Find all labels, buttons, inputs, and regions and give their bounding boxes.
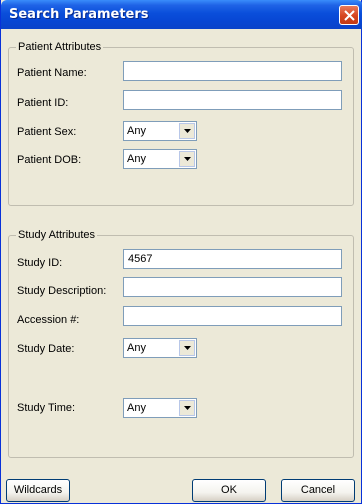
chevron-down-icon — [184, 157, 191, 161]
chevron-down-icon — [184, 346, 191, 350]
study-attributes-legend: Study Attributes — [16, 229, 98, 241]
study-date-value: Any — [127, 342, 146, 354]
study-id-label: Study ID: — [17, 257, 63, 269]
patient-sex-dropdown-button[interactable] — [179, 123, 195, 139]
patient-dob-dropdown[interactable]: Any — [123, 149, 197, 169]
chevron-down-icon — [184, 129, 191, 133]
study-time-dropdown[interactable]: Any — [123, 398, 197, 418]
study-id-input[interactable]: 4567 — [123, 249, 342, 269]
study-date-label: Study Date: — [17, 343, 75, 355]
patient-dob-value: Any — [127, 153, 146, 165]
window-title: Search Parameters — [9, 7, 149, 22]
study-description-input[interactable] — [123, 277, 342, 297]
chevron-down-icon — [184, 406, 191, 410]
patient-id-label: Patient ID: — [17, 97, 69, 109]
accession-label: Accession #: — [17, 314, 80, 326]
study-time-value: Any — [127, 402, 146, 414]
study-date-dropdown-button[interactable] — [179, 340, 195, 356]
title-bar[interactable]: Search Parameters — [1, 0, 362, 29]
ok-button[interactable]: OK — [192, 479, 266, 502]
search-parameters-dialog: Search Parameters Patient Attributes Pat… — [0, 0, 362, 504]
patient-sex-label: Patient Sex: — [17, 126, 77, 138]
patient-sex-dropdown[interactable]: Any — [123, 121, 197, 141]
patient-dob-label: Patient DOB: — [17, 154, 82, 166]
patient-dob-dropdown-button[interactable] — [179, 151, 195, 167]
patient-attributes-legend: Patient Attributes — [16, 41, 104, 53]
wildcards-button[interactable]: Wildcards — [6, 479, 70, 502]
study-date-dropdown[interactable]: Any — [123, 338, 197, 358]
patient-id-input[interactable] — [123, 90, 342, 110]
close-icon — [344, 10, 355, 21]
close-button[interactable] — [339, 5, 359, 25]
study-description-label: Study Description: — [17, 285, 107, 297]
patient-name-input[interactable] — [123, 61, 342, 81]
study-time-label: Study Time: — [17, 402, 76, 414]
study-time-dropdown-button[interactable] — [179, 400, 195, 416]
cancel-button[interactable]: Cancel — [281, 479, 355, 502]
accession-input[interactable] — [123, 306, 342, 326]
patient-name-label: Patient Name: — [17, 67, 87, 79]
patient-sex-value: Any — [127, 125, 146, 137]
